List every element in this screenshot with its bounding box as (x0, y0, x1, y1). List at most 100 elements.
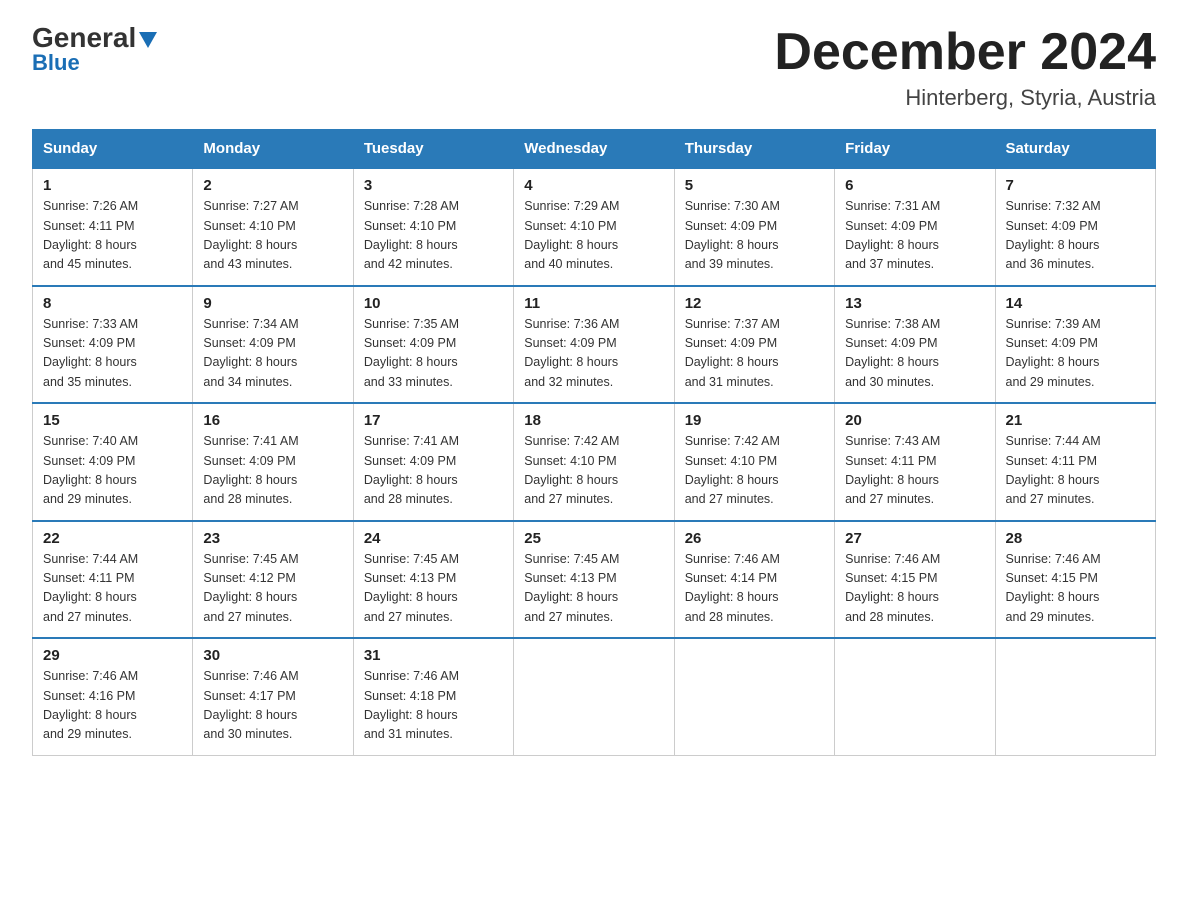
day-number: 7 (1006, 177, 1145, 194)
day-detail: Sunrise: 7:44 AMSunset: 4:11 PMDaylight:… (1006, 432, 1145, 510)
calendar-header-row: Sunday Monday Tuesday Wednesday Thursday… (33, 130, 1156, 169)
day-detail: Sunrise: 7:46 AMSunset: 4:17 PMDaylight:… (203, 667, 342, 745)
col-saturday: Saturday (995, 130, 1155, 169)
calendar-cell: 4 Sunrise: 7:29 AMSunset: 4:10 PMDayligh… (514, 168, 674, 286)
calendar-cell: 3 Sunrise: 7:28 AMSunset: 4:10 PMDayligh… (353, 168, 513, 286)
calendar-cell: 20 Sunrise: 7:43 AMSunset: 4:11 PMDaylig… (835, 403, 995, 521)
day-number: 4 (524, 177, 663, 194)
day-number: 23 (203, 530, 342, 547)
day-detail: Sunrise: 7:27 AMSunset: 4:10 PMDaylight:… (203, 197, 342, 275)
calendar-cell: 28 Sunrise: 7:46 AMSunset: 4:15 PMDaylig… (995, 521, 1155, 639)
day-detail: Sunrise: 7:41 AMSunset: 4:09 PMDaylight:… (364, 432, 503, 510)
day-number: 17 (364, 412, 503, 429)
calendar-cell: 31 Sunrise: 7:46 AMSunset: 4:18 PMDaylig… (353, 638, 513, 755)
col-wednesday: Wednesday (514, 130, 674, 169)
col-monday: Monday (193, 130, 353, 169)
col-sunday: Sunday (33, 130, 193, 169)
day-number: 22 (43, 530, 182, 547)
day-number: 9 (203, 295, 342, 312)
day-number: 31 (364, 647, 503, 664)
day-detail: Sunrise: 7:46 AMSunset: 4:16 PMDaylight:… (43, 667, 182, 745)
day-number: 3 (364, 177, 503, 194)
col-tuesday: Tuesday (353, 130, 513, 169)
location: Hinterberg, Styria, Austria (774, 85, 1156, 111)
day-detail: Sunrise: 7:31 AMSunset: 4:09 PMDaylight:… (845, 197, 984, 275)
day-detail: Sunrise: 7:40 AMSunset: 4:09 PMDaylight:… (43, 432, 182, 510)
logo-blue: Blue (32, 50, 80, 76)
calendar-cell: 29 Sunrise: 7:46 AMSunset: 4:16 PMDaylig… (33, 638, 193, 755)
day-detail: Sunrise: 7:44 AMSunset: 4:11 PMDaylight:… (43, 550, 182, 628)
day-number: 6 (845, 177, 984, 194)
day-detail: Sunrise: 7:45 AMSunset: 4:12 PMDaylight:… (203, 550, 342, 628)
calendar-body: 1 Sunrise: 7:26 AMSunset: 4:11 PMDayligh… (33, 168, 1156, 755)
day-number: 26 (685, 530, 824, 547)
day-number: 2 (203, 177, 342, 194)
day-number: 25 (524, 530, 663, 547)
day-detail: Sunrise: 7:42 AMSunset: 4:10 PMDaylight:… (685, 432, 824, 510)
header: General Blue December 2024 Hinterberg, S… (32, 24, 1156, 111)
day-number: 18 (524, 412, 663, 429)
calendar-cell: 19 Sunrise: 7:42 AMSunset: 4:10 PMDaylig… (674, 403, 834, 521)
day-number: 13 (845, 295, 984, 312)
calendar-cell: 18 Sunrise: 7:42 AMSunset: 4:10 PMDaylig… (514, 403, 674, 521)
calendar-week-row-3: 15 Sunrise: 7:40 AMSunset: 4:09 PMDaylig… (33, 403, 1156, 521)
calendar-cell: 9 Sunrise: 7:34 AMSunset: 4:09 PMDayligh… (193, 286, 353, 404)
day-number: 29 (43, 647, 182, 664)
calendar-cell (674, 638, 834, 755)
calendar-table: Sunday Monday Tuesday Wednesday Thursday… (32, 129, 1156, 756)
calendar-cell: 24 Sunrise: 7:45 AMSunset: 4:13 PMDaylig… (353, 521, 513, 639)
calendar-cell: 8 Sunrise: 7:33 AMSunset: 4:09 PMDayligh… (33, 286, 193, 404)
day-number: 21 (1006, 412, 1145, 429)
calendar-week-row-1: 1 Sunrise: 7:26 AMSunset: 4:11 PMDayligh… (33, 168, 1156, 286)
day-number: 30 (203, 647, 342, 664)
calendar-cell: 25 Sunrise: 7:45 AMSunset: 4:13 PMDaylig… (514, 521, 674, 639)
calendar-cell: 22 Sunrise: 7:44 AMSunset: 4:11 PMDaylig… (33, 521, 193, 639)
day-detail: Sunrise: 7:45 AMSunset: 4:13 PMDaylight:… (364, 550, 503, 628)
day-detail: Sunrise: 7:26 AMSunset: 4:11 PMDaylight:… (43, 197, 182, 275)
day-number: 24 (364, 530, 503, 547)
day-detail: Sunrise: 7:29 AMSunset: 4:10 PMDaylight:… (524, 197, 663, 275)
calendar-cell: 5 Sunrise: 7:30 AMSunset: 4:09 PMDayligh… (674, 168, 834, 286)
day-number: 16 (203, 412, 342, 429)
page: General Blue December 2024 Hinterberg, S… (0, 0, 1188, 788)
calendar-cell: 11 Sunrise: 7:36 AMSunset: 4:09 PMDaylig… (514, 286, 674, 404)
col-thursday: Thursday (674, 130, 834, 169)
calendar-week-row-5: 29 Sunrise: 7:46 AMSunset: 4:16 PMDaylig… (33, 638, 1156, 755)
day-detail: Sunrise: 7:45 AMSunset: 4:13 PMDaylight:… (524, 550, 663, 628)
day-number: 20 (845, 412, 984, 429)
calendar-cell: 21 Sunrise: 7:44 AMSunset: 4:11 PMDaylig… (995, 403, 1155, 521)
day-detail: Sunrise: 7:46 AMSunset: 4:15 PMDaylight:… (845, 550, 984, 628)
calendar-cell: 26 Sunrise: 7:46 AMSunset: 4:14 PMDaylig… (674, 521, 834, 639)
calendar-cell: 1 Sunrise: 7:26 AMSunset: 4:11 PMDayligh… (33, 168, 193, 286)
logo: General Blue (32, 24, 157, 76)
day-number: 12 (685, 295, 824, 312)
calendar-cell: 6 Sunrise: 7:31 AMSunset: 4:09 PMDayligh… (835, 168, 995, 286)
calendar-cell: 15 Sunrise: 7:40 AMSunset: 4:09 PMDaylig… (33, 403, 193, 521)
day-number: 8 (43, 295, 182, 312)
month-title: December 2024 (774, 24, 1156, 81)
day-detail: Sunrise: 7:46 AMSunset: 4:18 PMDaylight:… (364, 667, 503, 745)
calendar-cell: 27 Sunrise: 7:46 AMSunset: 4:15 PMDaylig… (835, 521, 995, 639)
calendar-cell: 17 Sunrise: 7:41 AMSunset: 4:09 PMDaylig… (353, 403, 513, 521)
calendar-cell: 30 Sunrise: 7:46 AMSunset: 4:17 PMDaylig… (193, 638, 353, 755)
calendar-cell: 10 Sunrise: 7:35 AMSunset: 4:09 PMDaylig… (353, 286, 513, 404)
day-detail: Sunrise: 7:28 AMSunset: 4:10 PMDaylight:… (364, 197, 503, 275)
day-detail: Sunrise: 7:33 AMSunset: 4:09 PMDaylight:… (43, 315, 182, 393)
day-number: 15 (43, 412, 182, 429)
calendar-cell: 13 Sunrise: 7:38 AMSunset: 4:09 PMDaylig… (835, 286, 995, 404)
day-detail: Sunrise: 7:41 AMSunset: 4:09 PMDaylight:… (203, 432, 342, 510)
col-friday: Friday (835, 130, 995, 169)
calendar-cell: 12 Sunrise: 7:37 AMSunset: 4:09 PMDaylig… (674, 286, 834, 404)
day-detail: Sunrise: 7:36 AMSunset: 4:09 PMDaylight:… (524, 315, 663, 393)
day-detail: Sunrise: 7:46 AMSunset: 4:15 PMDaylight:… (1006, 550, 1145, 628)
calendar-cell: 23 Sunrise: 7:45 AMSunset: 4:12 PMDaylig… (193, 521, 353, 639)
calendar-cell (835, 638, 995, 755)
day-detail: Sunrise: 7:30 AMSunset: 4:09 PMDaylight:… (685, 197, 824, 275)
day-detail: Sunrise: 7:39 AMSunset: 4:09 PMDaylight:… (1006, 315, 1145, 393)
day-number: 19 (685, 412, 824, 429)
day-number: 5 (685, 177, 824, 194)
day-detail: Sunrise: 7:46 AMSunset: 4:14 PMDaylight:… (685, 550, 824, 628)
day-number: 28 (1006, 530, 1145, 547)
calendar-week-row-4: 22 Sunrise: 7:44 AMSunset: 4:11 PMDaylig… (33, 521, 1156, 639)
header-right: December 2024 Hinterberg, Styria, Austri… (774, 24, 1156, 111)
